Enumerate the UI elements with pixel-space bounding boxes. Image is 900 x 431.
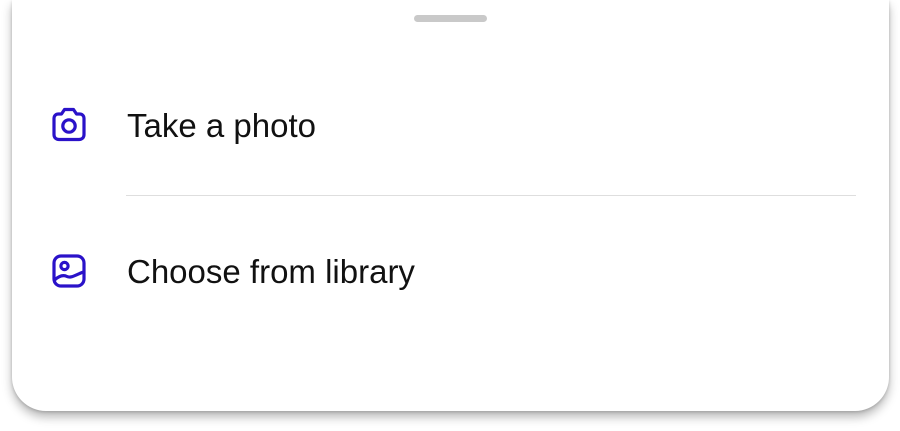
take-photo-label: Take a photo (127, 107, 316, 144)
camera-icon (46, 102, 92, 148)
bottom-sheet (12, 0, 889, 411)
choose-from-library-option[interactable]: Choose from library (12, 226, 889, 316)
image-icon (46, 248, 92, 294)
option-divider (126, 195, 856, 196)
take-photo-option[interactable]: Take a photo (12, 80, 889, 170)
sheet-grabber-handle[interactable] (414, 15, 487, 22)
choose-from-library-label: Choose from library (127, 253, 415, 290)
